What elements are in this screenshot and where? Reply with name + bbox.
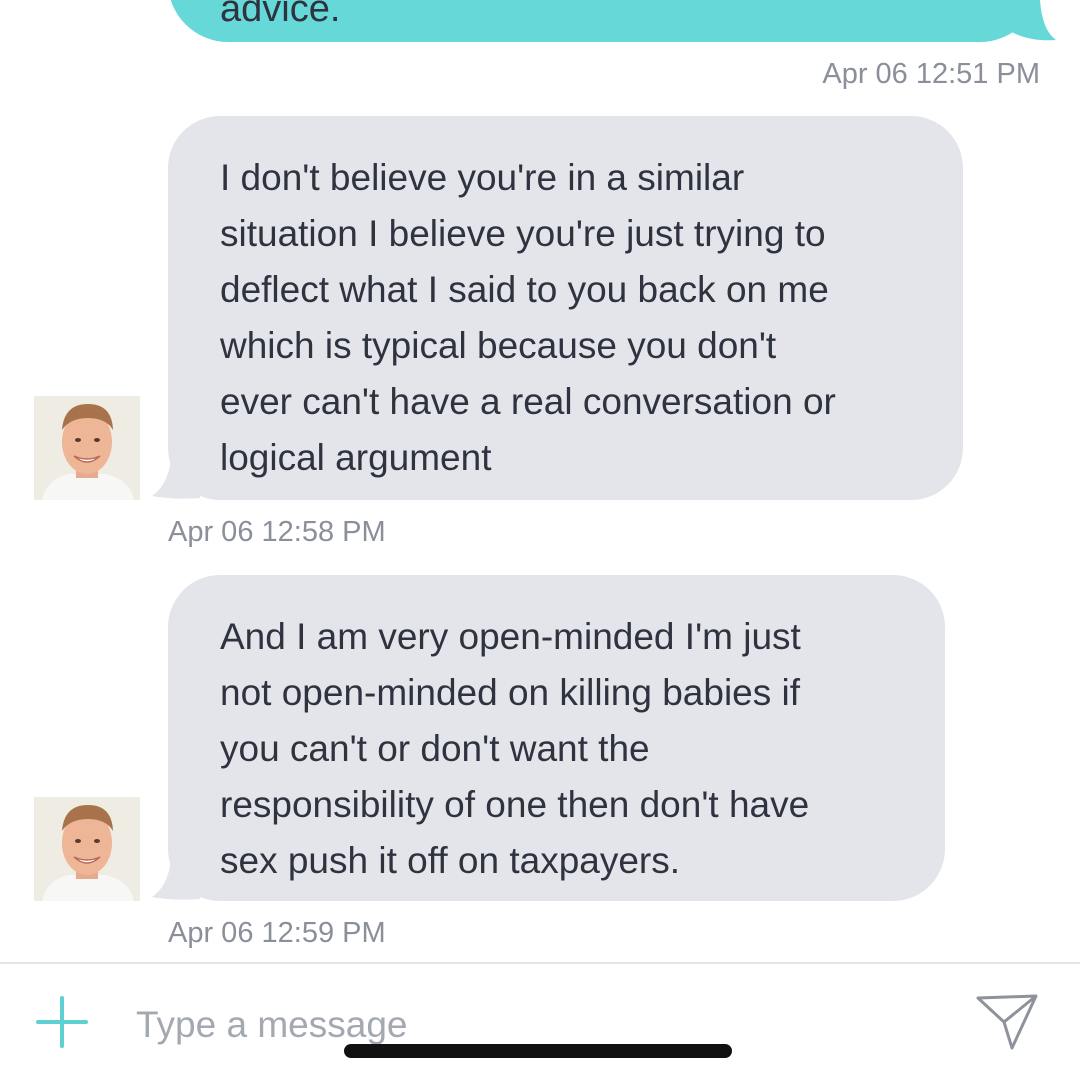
message-timestamp: Apr 06 12:59 PM bbox=[168, 917, 386, 949]
avatar[interactable] bbox=[34, 797, 140, 901]
message-line: which is typical because you don't bbox=[220, 325, 777, 366]
message-line: you can't or don't want the bbox=[220, 728, 650, 769]
message-line: sex push it off on taxpayers. bbox=[220, 840, 681, 881]
add-attachment-button[interactable] bbox=[34, 994, 90, 1050]
message-line: logical argument bbox=[220, 437, 492, 478]
send-button[interactable] bbox=[974, 992, 1040, 1052]
message-composer bbox=[0, 962, 1080, 1080]
message-line: responsibility of one then don't have bbox=[220, 784, 810, 825]
plus-icon bbox=[36, 996, 88, 1048]
message-line: And I am very open-minded I'm just bbox=[220, 616, 801, 657]
message-input[interactable] bbox=[136, 1000, 916, 1050]
message-line: deflect what I said to you back on me bbox=[220, 269, 829, 310]
avatar[interactable] bbox=[34, 396, 140, 500]
message-line: not open-minded on killing babies if bbox=[220, 672, 801, 713]
incoming-bubble-tail bbox=[152, 450, 200, 499]
message-timestamp: Apr 06 12:58 PM bbox=[168, 516, 386, 548]
send-icon bbox=[976, 994, 1038, 1050]
chat-screen: advice. Apr 06 12:51 PM I don't believe … bbox=[0, 0, 1080, 1080]
outgoing-message-bubble: advice. bbox=[168, 0, 1040, 42]
outgoing-bubble-tail bbox=[1008, 0, 1056, 41]
message-line: I don't believe you're in a similar bbox=[220, 157, 745, 198]
outgoing-message-text: advice. bbox=[220, 0, 341, 30]
outgoing-timestamp: Apr 06 12:51 PM bbox=[822, 58, 1040, 90]
message-line: ever can't have a real conversation or bbox=[220, 381, 836, 422]
incoming-message-bubble: And I am very open-minded I'm just not o… bbox=[168, 575, 945, 901]
home-indicator[interactable] bbox=[344, 1044, 732, 1058]
incoming-message-bubble: I don't believe you're in a similar situ… bbox=[168, 116, 963, 500]
message-line: situation I believe you're just trying t… bbox=[220, 213, 826, 254]
avatar-photo bbox=[34, 396, 140, 500]
avatar-photo bbox=[34, 797, 140, 901]
incoming-bubble-tail bbox=[152, 851, 200, 900]
